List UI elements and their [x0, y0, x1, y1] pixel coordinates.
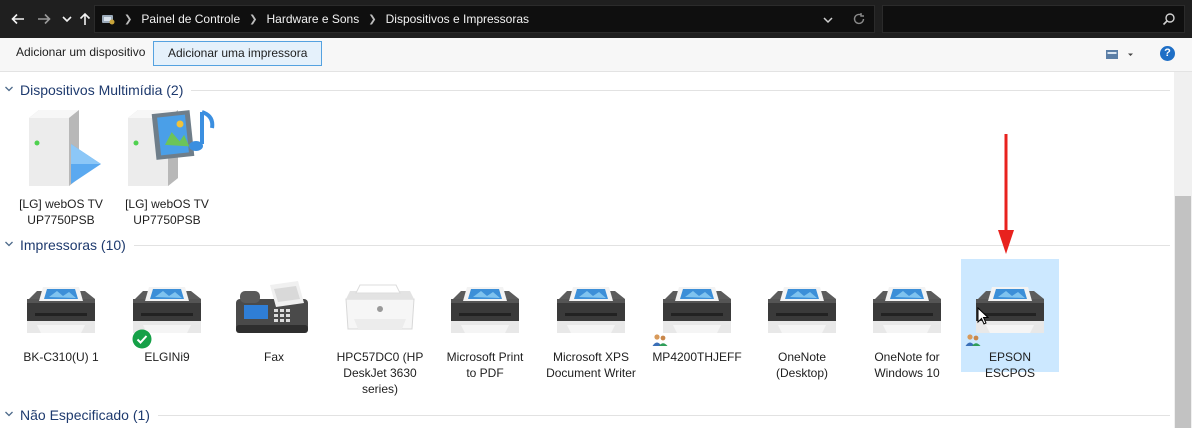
- control-panel-icon: [101, 12, 115, 26]
- section-header-printers[interactable]: Impressoras (10): [0, 235, 1170, 255]
- refresh-icon[interactable]: [852, 12, 866, 26]
- section-title: Não Especificado (1): [20, 407, 150, 423]
- printer-item[interactable]: EPSON ESCPOS: [961, 259, 1059, 380]
- printer-icon: [21, 277, 101, 344]
- address-box[interactable]: ❯ Painel de Controle ❯ Hardware e Sons ❯…: [94, 5, 875, 33]
- address-bar: ❯ Painel de Controle ❯ Hardware e Sons ❯…: [0, 0, 1192, 38]
- printer-label: EPSON ESCPOS: [984, 350, 1035, 380]
- printer-item[interactable]: OneNote (Desktop): [753, 259, 851, 381]
- command-bar: Adicionar um dispositivo Adicionar uma i…: [0, 38, 1192, 72]
- hp-printer-icon: [340, 277, 420, 344]
- printer-icon: [762, 277, 842, 344]
- printer-icon: [867, 277, 947, 344]
- section-title: Dispositivos Multimídia (2): [20, 82, 184, 98]
- printer-icon: [551, 277, 631, 344]
- printer-label: HPC57DC0 (HP DeskJet 3630 series): [336, 350, 424, 396]
- chevron-down-icon[interactable]: [4, 236, 20, 254]
- section-divider: [191, 89, 1170, 91]
- printer-label: BK-C310(U) 1: [23, 350, 99, 364]
- device-item-lg-tv-1[interactable]: [LG] webOS TV UP7750PSB: [12, 104, 110, 228]
- shared-icon: [652, 333, 668, 352]
- printer-icon: [445, 277, 525, 344]
- printer-label: Microsoft XPS Document Writer: [546, 350, 636, 380]
- media-server-icon: [124, 104, 216, 199]
- breadcrumb-separator: ❯: [124, 13, 133, 25]
- search-icon[interactable]: [1162, 12, 1176, 26]
- fax-icon: [234, 277, 314, 344]
- device-item-lg-tv-2[interactable]: [LG] webOS TV UP7750PSB: [118, 104, 216, 228]
- printer-icon: [657, 277, 737, 344]
- recent-locations-chevron-icon[interactable]: [57, 9, 77, 29]
- forward-arrow-icon[interactable]: [34, 9, 54, 29]
- printer-item[interactable]: Microsoft Print to PDF: [436, 259, 534, 381]
- printer-item[interactable]: Microsoft XPS Document Writer: [542, 259, 640, 381]
- chevron-down-icon[interactable]: [4, 81, 20, 99]
- breadcrumb-control-panel[interactable]: Painel de Controle: [141, 12, 240, 26]
- device-label: [LG] webOS TV UP7750PSB: [19, 197, 103, 227]
- printer-item[interactable]: MP4200THJEFF: [648, 259, 746, 365]
- section-header-multimedia[interactable]: Dispositivos Multimídia (2): [0, 80, 1170, 100]
- shared-icon: [965, 333, 981, 352]
- printer-item[interactable]: BK-C310(U) 1: [12, 259, 110, 365]
- annotation-arrow-icon: [996, 132, 1016, 261]
- breadcrumb-separator: ❯: [368, 13, 377, 25]
- breadcrumb-devices-printers[interactable]: Dispositivos e Impressoras: [386, 12, 529, 26]
- default-check-icon: [132, 329, 152, 354]
- printer-item[interactable]: ELGINi9: [118, 259, 216, 365]
- add-printer-button[interactable]: Adicionar uma impressora: [153, 41, 323, 66]
- section-title: Impressoras (10): [20, 237, 126, 253]
- device-label: [LG] webOS TV UP7750PSB: [125, 197, 209, 227]
- printer-label: Fax: [263, 350, 284, 364]
- add-device-button[interactable]: Adicionar um dispositivo: [2, 41, 159, 66]
- printer-label: OneNote for Windows 10: [874, 350, 940, 380]
- printer-item[interactable]: Fax: [225, 259, 323, 365]
- printer-label: Microsoft Print to PDF: [446, 350, 524, 380]
- printer-label: OneNote (Desktop): [775, 350, 828, 380]
- search-input[interactable]: [882, 5, 1185, 33]
- chevron-down-icon[interactable]: [4, 406, 20, 424]
- printer-item[interactable]: HPC57DC0 (HP DeskJet 3630 series): [331, 259, 429, 397]
- section-header-unspecified[interactable]: Não Especificado (1): [0, 405, 1170, 425]
- back-arrow-icon[interactable]: [8, 9, 28, 29]
- section-divider: [157, 414, 1170, 416]
- address-dropdown-chevron-icon[interactable]: [822, 14, 834, 26]
- breadcrumb-hardware-sound[interactable]: Hardware e Sons: [267, 12, 360, 26]
- printer-item[interactable]: OneNote for Windows 10: [858, 259, 956, 381]
- view-options-icon[interactable]: [1106, 48, 1136, 62]
- mouse-cursor-icon: [977, 306, 990, 330]
- breadcrumb-separator: ❯: [249, 13, 258, 25]
- media-device-icon: [25, 108, 105, 199]
- up-arrow-icon[interactable]: [75, 9, 95, 29]
- scrollbar-thumb[interactable]: [1175, 196, 1191, 428]
- help-icon[interactable]: ?: [1160, 46, 1175, 61]
